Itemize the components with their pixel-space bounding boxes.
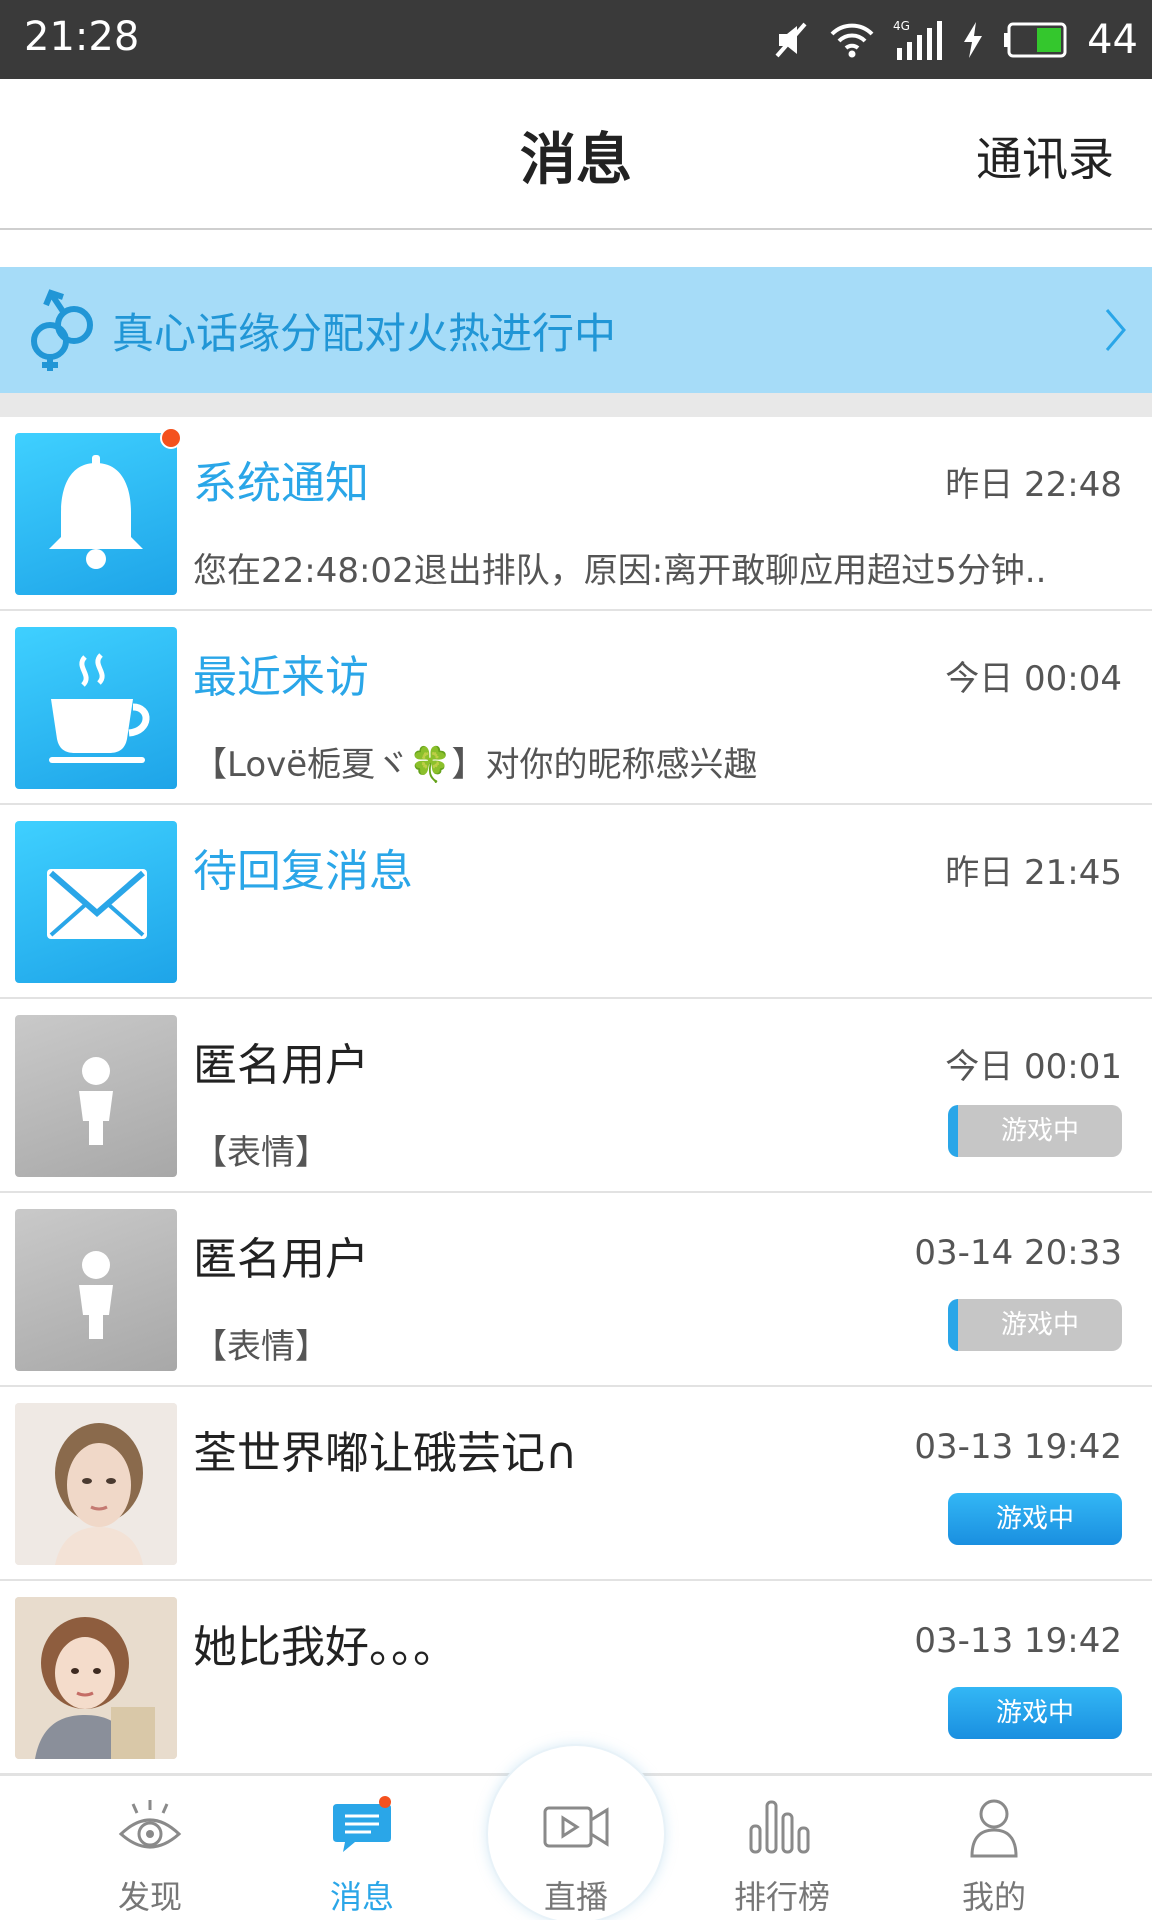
mute-icon (775, 22, 807, 58)
message-time: 昨日 22:48 (945, 465, 1122, 505)
message-name: 最近来访 (193, 652, 369, 703)
list-item-anonymous-user[interactable]: 匿名用户 03-14 20:33 【表情】 游戏中 (0, 1193, 1152, 1387)
charging-icon (964, 22, 983, 58)
nav-ranking[interactable]: 排行榜 (676, 1774, 888, 1920)
contacts-button[interactable]: 通讯录 (976, 123, 1114, 189)
default-user-icon (79, 1251, 113, 1339)
nav-live[interactable]: 直播 (470, 1774, 682, 1920)
message-time: 今日 00:01 (945, 1047, 1122, 1087)
bell-icon (49, 455, 143, 569)
avatar (15, 627, 177, 789)
avatar (15, 821, 177, 983)
message-name: 待回复消息 (193, 846, 413, 897)
message-name: 她比我好。。。 (193, 1622, 457, 1673)
message-time: 昨日 21:45 (945, 853, 1122, 893)
section-divider (0, 393, 1152, 417)
message-name: 系统通知 (193, 458, 369, 509)
message-icon (333, 1796, 391, 1852)
person-icon (970, 1799, 1018, 1858)
message-time: 03-14 20:33 (914, 1233, 1122, 1273)
status-time: 21:28 (24, 14, 140, 60)
status-icons: 4G 44 (753, 12, 1138, 68)
nav-label: 我的 (961, 1878, 1026, 1916)
message-time: 03-13 19:42 (914, 1427, 1122, 1467)
message-preview: 【表情】 (193, 1133, 329, 1173)
status-bar: 21:28 4G 44 (0, 0, 1152, 79)
battery-icon (1004, 22, 1067, 58)
video-camera-icon (543, 1806, 609, 1848)
message-name: 匿名用户 (193, 1040, 369, 1091)
list-item-anonymous-user[interactable]: 匿名用户 今日 00:01 【表情】 游戏中 (0, 999, 1152, 1193)
gender-couple-icon (31, 289, 93, 371)
status-badge: 游戏中 (948, 1105, 1122, 1157)
wifi-icon (830, 23, 874, 58)
user-photo (15, 1597, 177, 1759)
nav-label: 消息 (329, 1878, 394, 1916)
nav-me[interactable]: 我的 (888, 1774, 1100, 1920)
battery-level: 44 (1087, 17, 1138, 63)
coffee-cup-icon (49, 653, 150, 763)
eye-icon (118, 1800, 182, 1849)
message-preview: 您在22:48:02退出排队，原因:离开敢聊应用超过5分钟.. (193, 551, 1047, 591)
avatar (15, 1015, 177, 1177)
message-name: 荃世界嘟让硪芸记∩ (193, 1428, 578, 1479)
nav-label: 发现 (117, 1878, 182, 1916)
list-item-pending-reply[interactable]: 待回复消息 昨日 21:45 (0, 805, 1152, 999)
message-time: 今日 00:04 (945, 659, 1122, 699)
signal-4g-icon: 4G (893, 19, 943, 60)
message-preview: 【表情】 (193, 1327, 329, 1367)
message-name: 匿名用户 (193, 1234, 369, 1285)
list-item-system-notice[interactable]: 系统通知 昨日 22:48 您在22:48:02退出排队，原因:离开敢聊应用超过… (0, 417, 1152, 611)
avatar (15, 433, 177, 595)
unread-dot (160, 427, 182, 449)
nav-messages[interactable]: 消息 (256, 1774, 468, 1920)
chevron-right-icon (1105, 309, 1126, 351)
status-badge: 游戏中 (948, 1687, 1122, 1739)
status-badge: 游戏中 (948, 1299, 1122, 1351)
avatar (15, 1597, 177, 1759)
bar-chart-icon (749, 1800, 810, 1854)
nav-discover[interactable]: 发现 (44, 1774, 256, 1920)
user-photo (15, 1403, 177, 1565)
matching-banner[interactable]: 真心话缘分配对火热进行中 (0, 267, 1152, 393)
nav-label: 排行榜 (733, 1878, 830, 1916)
list-item-recent-visitors[interactable]: 最近来访 今日 00:04 【Lovë栀夏ヾ🍀】对你的昵称感兴趣 (0, 611, 1152, 805)
nav-label: 直播 (543, 1878, 608, 1916)
status-badge: 游戏中 (948, 1493, 1122, 1545)
default-user-icon (79, 1057, 113, 1145)
avatar (15, 1403, 177, 1565)
list-item-user[interactable]: 荃世界嘟让硪芸记∩ 03-13 19:42 游戏中 (0, 1387, 1152, 1581)
envelope-icon (47, 869, 147, 939)
message-time: 03-13 19:42 (914, 1621, 1122, 1661)
banner-text: 真心话缘分配对火热进行中 (112, 309, 617, 358)
header: 消息 通讯录 (0, 79, 1152, 230)
message-preview: 【Lovë栀夏ヾ🍀】对你的昵称感兴趣 (193, 745, 758, 785)
avatar (15, 1209, 177, 1371)
svg-text:4G: 4G (893, 19, 910, 33)
